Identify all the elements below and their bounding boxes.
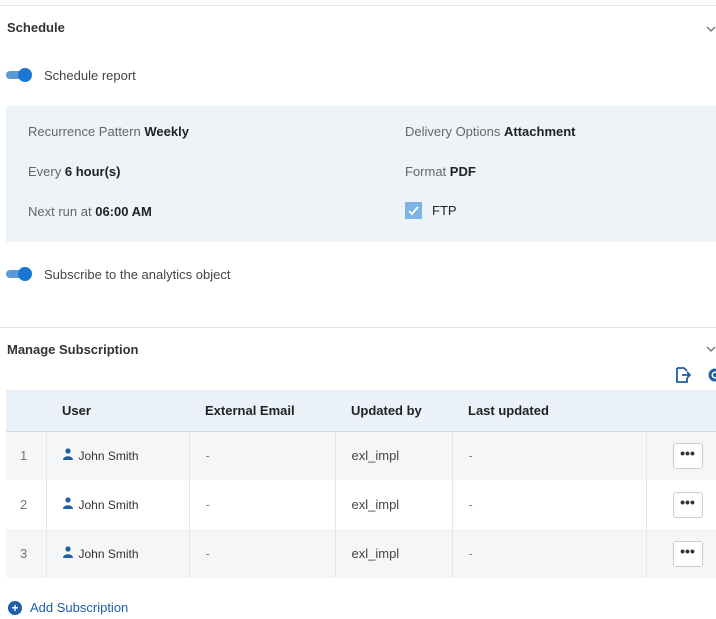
col-external-email[interactable]: External Email (189, 390, 335, 432)
schedule-title: Schedule (7, 20, 65, 35)
col-user[interactable]: User (46, 390, 189, 432)
recurrence-pattern: Recurrence Pattern Weekly (28, 124, 189, 139)
table-row: 3 John Smith - exl_impl - ••• (6, 529, 716, 578)
more-options-button[interactable]: ••• (672, 442, 703, 469)
row-index: 3 (6, 529, 47, 578)
subscription-title: Manage Subscription (7, 342, 139, 357)
row-actions: ••• (646, 480, 716, 529)
row-user: John Smith (46, 480, 190, 529)
ftp-option: FTP (405, 202, 457, 219)
row-last-updated: - (452, 431, 647, 480)
row-updated-by: exl_impl (335, 431, 453, 480)
row-email: - (189, 529, 336, 578)
col-updated-by[interactable]: Updated by (335, 390, 452, 432)
schedule-section-header: Schedule (0, 5, 716, 45)
col-index (6, 390, 46, 432)
table-row: 1 John Smith - exl_impl - ••• (6, 431, 716, 480)
row-updated-by: exl_impl (335, 480, 453, 529)
delivery-value: Attachment (504, 124, 576, 139)
row-actions: ••• (646, 529, 716, 578)
more-options-button[interactable]: ••• (672, 491, 703, 518)
table-row: 2 John Smith - exl_impl - ••• (6, 480, 716, 529)
chevron-down-icon[interactable] (706, 344, 716, 354)
col-actions (646, 390, 716, 432)
table-toolbar (674, 366, 716, 384)
export-icon[interactable] (674, 366, 692, 384)
schedule-report-toggle[interactable] (6, 68, 32, 82)
col-last-updated[interactable]: Last updated (452, 390, 646, 432)
row-updated-by: exl_impl (335, 529, 453, 578)
format: Format PDF (405, 164, 476, 179)
row-user: John Smith (46, 529, 190, 578)
format-value: PDF (449, 164, 476, 179)
subscribe-label: Subscribe to the analytics object (44, 266, 231, 282)
gear-icon[interactable] (706, 366, 716, 384)
subscription-section-header: Manage Subscription (0, 327, 716, 363)
subscribe-toggle[interactable] (6, 267, 32, 281)
user-icon (62, 448, 73, 463)
row-actions: ••• (646, 431, 716, 480)
row-index: 1 (6, 431, 47, 480)
user-icon (62, 546, 73, 561)
row-email: - (189, 480, 336, 529)
ftp-label: FTP (432, 203, 457, 218)
subscribe-toggle-row: Subscribe to the analytics object (0, 264, 230, 284)
row-last-updated: - (452, 529, 647, 578)
add-subscription-label: Add Subscription (30, 600, 129, 615)
schedule-details-panel: Recurrence Pattern Weekly Every 6 hour(s… (6, 106, 716, 242)
checkbox-checked-icon[interactable] (405, 202, 422, 219)
every-value: 6 hour(s) (64, 164, 121, 179)
chevron-down-icon[interactable] (706, 24, 716, 34)
row-user: John Smith (46, 431, 190, 480)
more-options-button[interactable]: ••• (672, 540, 703, 567)
table-header-row: User External Email Updated by Last upda… (6, 390, 716, 432)
schedule-report-label: Schedule report (44, 67, 136, 83)
delivery-options: Delivery Options Attachment (405, 124, 576, 139)
subscription-table: User External Email Updated by Last upda… (6, 390, 716, 578)
row-index: 2 (6, 480, 47, 529)
recurrence-value: Weekly (144, 124, 189, 139)
user-icon (62, 497, 73, 512)
next-run-value: 06:00 AM (95, 204, 152, 219)
row-last-updated: - (452, 480, 647, 529)
add-subscription-link[interactable]: + Add Subscription (8, 600, 128, 615)
schedule-report-toggle-row: Schedule report (0, 65, 136, 85)
every-interval: Every 6 hour(s) (28, 164, 121, 179)
row-email: - (189, 431, 336, 480)
next-run: Next run at 06:00 AM (28, 204, 152, 219)
plus-circle-icon: + (8, 600, 22, 615)
